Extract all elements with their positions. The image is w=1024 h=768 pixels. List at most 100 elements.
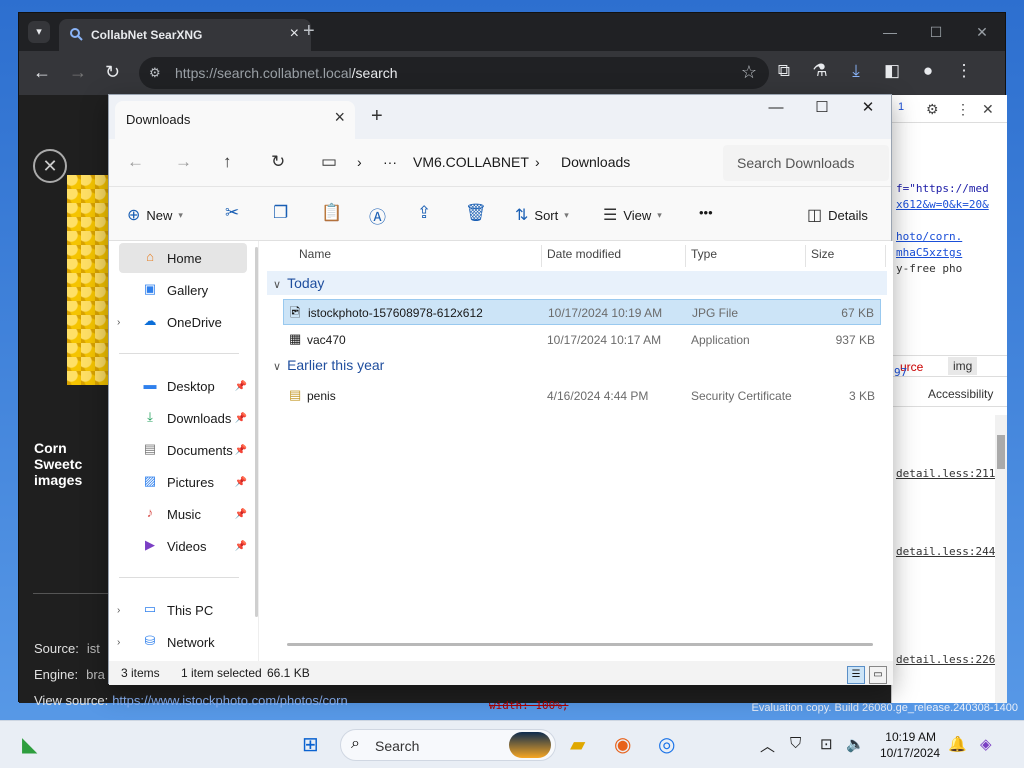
reload-icon[interactable]: ↻	[105, 63, 120, 81]
new-tab-button[interactable]: +	[303, 21, 315, 41]
browser-tab-active[interactable]: CollabNet SearXNG ×	[59, 19, 311, 51]
cut-icon[interactable]: ✂	[225, 203, 239, 223]
column-divider[interactable]	[885, 245, 886, 267]
extensions-icon[interactable]: ⧉	[773, 61, 795, 81]
view-button[interactable]: ☰ View ▾	[603, 205, 662, 225]
see-more-button[interactable]: •••	[699, 205, 713, 220]
menu-kebab-icon[interactable]: ⋮	[953, 61, 975, 81]
column-header-date[interactable]: Date modified	[547, 247, 621, 261]
pin-icon[interactable]: 📌	[235, 381, 247, 392]
notification-bell-icon[interactable]: 🔔	[948, 735, 967, 753]
scrollbar-thumb[interactable]	[997, 435, 1005, 469]
corn-image-preview[interactable]	[67, 175, 109, 385]
pin-icon[interactable]: 📌	[235, 541, 247, 552]
computer-icon[interactable]: ▭	[321, 152, 337, 172]
file-row[interactable]: ▤ penis 4/16/2024 4:44 PM Security Certi…	[283, 383, 881, 409]
nav-item-downloads[interactable]: ⤓ Downloads 📌	[119, 403, 247, 433]
paste-icon[interactable]: 📋	[321, 203, 342, 223]
side-panel-icon[interactable]: ◧	[881, 61, 903, 81]
devtools-tab-img[interactable]: img	[948, 357, 978, 375]
nav-item-documents[interactable]: ▤ Documents 📌	[119, 435, 247, 465]
nav-item-desktop[interactable]: ▬ Desktop 📌	[119, 371, 248, 401]
css-source-link[interactable]: detail.less:211	[896, 467, 995, 480]
file-row[interactable]: ▦ vac470 10/17/2024 10:17 AM Application…	[283, 327, 881, 353]
close-tab-icon[interactable]: ×	[290, 25, 299, 43]
horizontal-scrollbar[interactable]	[287, 643, 873, 646]
labs-icon[interactable]: ⚗	[809, 61, 831, 81]
nav-item-videos[interactable]: ▶ Videos 📌	[119, 531, 247, 561]
copy-icon[interactable]: ❐	[273, 203, 288, 223]
share-icon[interactable]: ⇪	[417, 203, 431, 223]
rename-icon[interactable]: Ⓐ	[369, 203, 386, 228]
new-button[interactable]: ⊕ New ▾	[127, 205, 183, 225]
search-downloads-input[interactable]: Search Downloads	[723, 145, 889, 181]
copilot-icon[interactable]: ◈	[980, 735, 992, 753]
close-window-icon[interactable]: ✕	[845, 95, 891, 123]
breadcrumb-item[interactable]: Downloads	[561, 154, 630, 170]
file-row[interactable]: 🖻 istockphoto-157608978-612x612 10/17/20…	[283, 299, 881, 325]
code-link[interactable]: hoto/corn.	[896, 230, 962, 243]
nav-item-this-pc[interactable]: › ▭ This PC	[117, 595, 247, 625]
tiles-view-toggle-icon[interactable]: ▭	[869, 666, 887, 684]
details-button[interactable]: ◫ Details	[807, 205, 868, 225]
firefox-icon[interactable]: ◉	[614, 733, 631, 757]
devtools-settings-icon[interactable]: ⚙	[926, 101, 939, 118]
forward-arrow-icon[interactable]: →	[69, 63, 87, 81]
vpn-shield-icon[interactable]: ⛉	[790, 735, 801, 752]
nav-item-gallery[interactable]: ▣ Gallery	[119, 275, 247, 305]
volume-icon[interactable]: 🔈	[846, 735, 865, 753]
column-header-type[interactable]: Type	[691, 247, 717, 261]
nav-item-network[interactable]: › ⛁ Network	[117, 627, 247, 657]
bookmark-star-icon[interactable]: ☆	[741, 62, 757, 83]
forward-arrow-icon[interactable]: →	[175, 152, 192, 172]
code-link[interactable]: mhaC5xztgs	[896, 246, 962, 259]
devtools-close-icon[interactable]: ✕	[982, 101, 994, 118]
devtools-more-icon[interactable]: ⋮	[956, 101, 970, 118]
nav-item-pictures[interactable]: ▨ Pictures 📌	[119, 467, 247, 497]
close-preview-icon[interactable]: ✕	[33, 149, 67, 183]
devtools-tab-accessibility[interactable]: Accessibility	[928, 387, 993, 401]
devtools-scrollbar[interactable]	[995, 415, 1007, 703]
pin-icon[interactable]: 📌	[235, 413, 247, 424]
widgets-icon[interactable]: ◣	[22, 733, 37, 757]
tab-search-dropdown[interactable]: ▾	[28, 21, 50, 43]
minimize-icon[interactable]: —	[867, 13, 913, 51]
download-icon[interactable]: ⤓	[845, 61, 867, 81]
address-bar[interactable]: ⚙ https://search.collabnet.local/search …	[139, 57, 769, 89]
column-divider[interactable]	[541, 245, 542, 267]
nav-item-home[interactable]: ⌂ Home	[119, 243, 247, 273]
profile-avatar-icon[interactable]: ●	[917, 61, 939, 81]
close-window-icon[interactable]: ✕	[959, 13, 1005, 51]
css-source-link[interactable]: detail.less:244	[896, 545, 995, 558]
minimize-icon[interactable]: —	[753, 95, 799, 123]
back-arrow-icon[interactable]: ←	[127, 152, 144, 172]
network-icon[interactable]: ⊡	[820, 735, 833, 753]
up-arrow-icon[interactable]: ↑	[223, 152, 232, 172]
pin-icon[interactable]: 📌	[235, 509, 247, 520]
refresh-icon[interactable]: ↻	[271, 152, 285, 172]
details-view-toggle-icon[interactable]: ☰	[847, 666, 865, 684]
column-divider[interactable]	[805, 245, 806, 267]
group-header-row[interactable]	[267, 271, 887, 295]
column-divider[interactable]	[685, 245, 686, 267]
back-arrow-icon[interactable]: ←	[33, 63, 51, 81]
view-source-link[interactable]: https://www.istockphoto.com/photos/corn	[112, 693, 348, 708]
expand-chevron-icon[interactable]: ›	[117, 317, 120, 328]
group-header-earlier-this-year[interactable]: ∨ Earlier this year	[273, 357, 384, 373]
breadcrumb-overflow-icon[interactable]: ···	[383, 154, 397, 170]
taskbar-search[interactable]: ⌕ Search	[340, 729, 556, 761]
code-link[interactable]: x612&w=0&k=20&	[896, 198, 989, 211]
file-explorer-icon[interactable]: ▰	[570, 733, 585, 757]
breadcrumb-chevron-icon[interactable]: ›	[357, 154, 362, 170]
start-icon[interactable]: ⊞	[302, 733, 319, 757]
group-header-today[interactable]: ∨ Today	[273, 275, 324, 291]
maximize-icon[interactable]: ☐	[799, 95, 845, 123]
expand-chevron-icon[interactable]: ›	[117, 637, 120, 648]
tray-overflow-icon[interactable]: ︿	[760, 735, 775, 756]
css-source-link[interactable]: detail.less:226	[896, 653, 995, 666]
column-header-name[interactable]: Name	[299, 247, 331, 261]
expand-chevron-icon[interactable]: ›	[117, 605, 120, 616]
pin-icon[interactable]: 📌	[235, 445, 247, 456]
breadcrumb-item[interactable]: VM6.COLLABNET	[413, 154, 529, 170]
maximize-icon[interactable]: ☐	[913, 13, 959, 51]
